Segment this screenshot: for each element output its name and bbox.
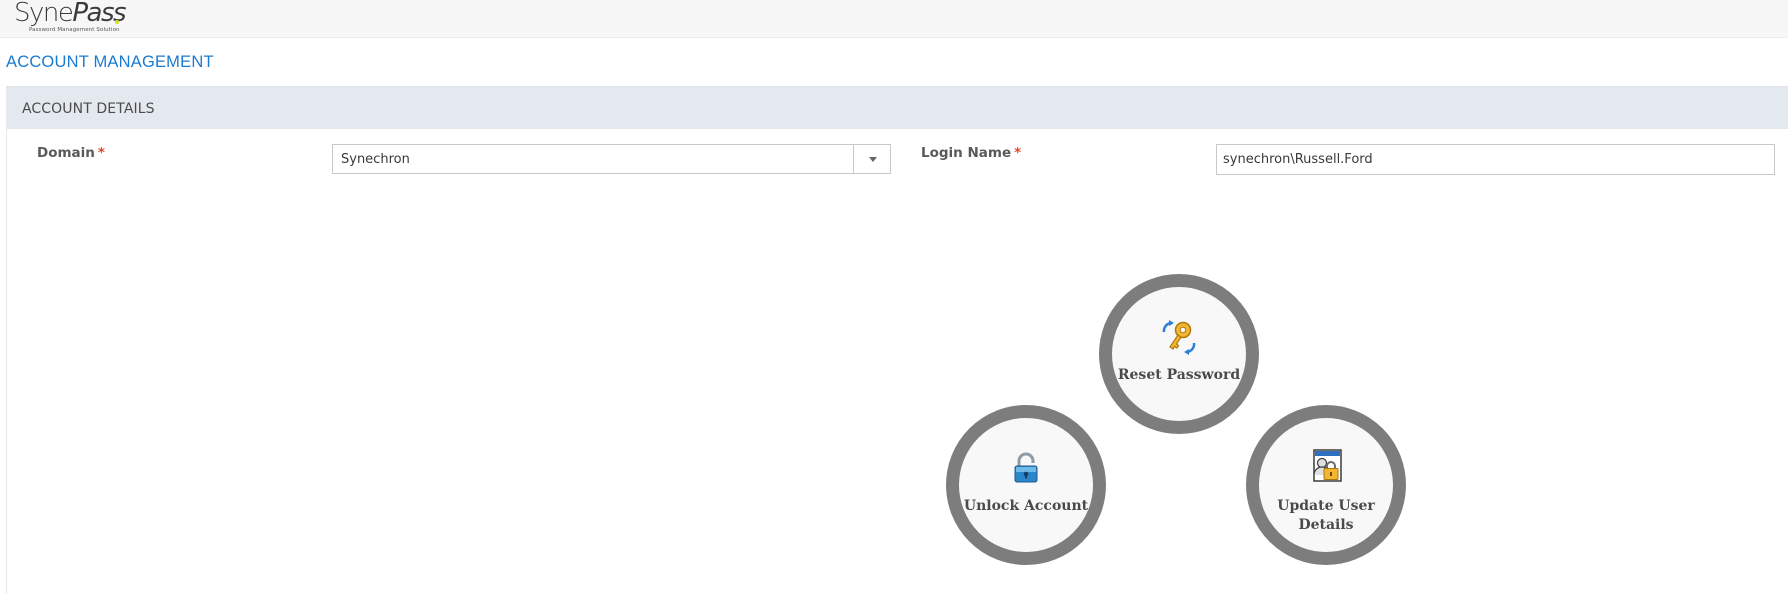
- domain-select-value: Synechron: [341, 152, 410, 167]
- logo-dot: [115, 20, 119, 24]
- reset-password-label: Reset Password: [1117, 367, 1241, 383]
- key-refresh-icon: [1162, 320, 1196, 355]
- user-card-lock-icon: [1313, 449, 1342, 482]
- domain-select[interactable]: Synechron: [332, 144, 891, 174]
- login-name-input[interactable]: [1216, 144, 1775, 175]
- required-asterisk: *: [1014, 145, 1022, 161]
- synepass-logo[interactable]: SynePass Password Management Solution: [14, 0, 134, 34]
- logo-wordmark: SynePass: [14, 0, 127, 28]
- update-user-details-label: Update User Details: [1277, 498, 1375, 533]
- panel-header: ACCOUNT DETAILS: [6, 86, 1788, 129]
- chevron-down-icon[interactable]: [853, 145, 890, 173]
- login-name-label: Login Name *: [921, 145, 1022, 161]
- top-bar: SynePass Password Management Solution: [0, 0, 1788, 38]
- logo-tagline: Password Management Solution: [29, 27, 120, 33]
- unlock-account-label: Unlock Account: [963, 498, 1089, 514]
- reset-password-button[interactable]: Reset Password: [1099, 274, 1259, 434]
- padlock-icon: [1014, 452, 1038, 483]
- update-user-details-button[interactable]: Update User Details: [1246, 405, 1406, 565]
- panel-title: ACCOUNT DETAILS: [22, 101, 155, 117]
- domain-label: Domain *: [37, 145, 105, 161]
- unlock-account-button[interactable]: Unlock Account: [946, 405, 1106, 565]
- required-asterisk: *: [97, 145, 105, 161]
- page-title: ACCOUNT MANAGEMENT: [6, 53, 214, 71]
